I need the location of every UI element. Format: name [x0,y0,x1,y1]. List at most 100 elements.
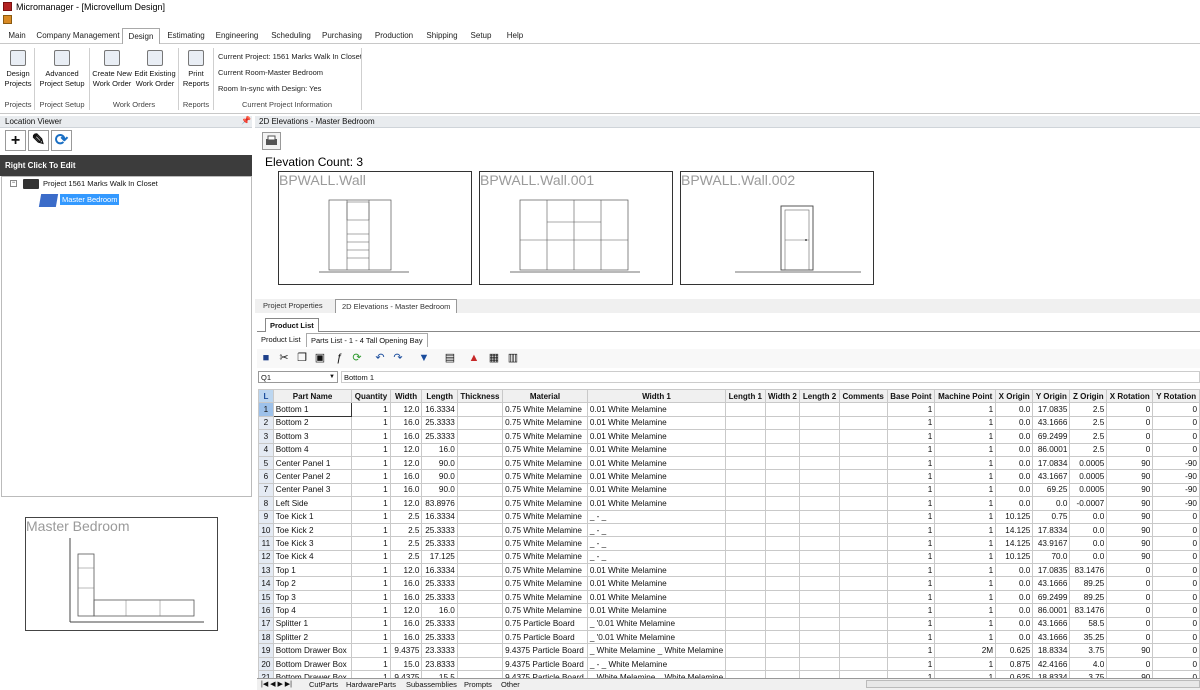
table-cell[interactable] [456,442,504,457]
table-cell[interactable] [456,402,504,417]
table-cell[interactable]: 0.01 White Melamine [586,469,727,484]
table-cell[interactable]: Center Panel 3 [272,482,353,498]
table-cell[interactable]: _ '0.01 White Melamine [586,616,727,632]
table-cell[interactable]: 1 [351,482,391,498]
table-cell[interactable] [725,402,766,417]
table-cell[interactable]: 12.0 [389,496,423,511]
table-cell[interactable] [838,536,888,551]
table-cell[interactable]: 0 [1106,603,1154,618]
table-cell[interactable]: 1 [886,402,936,417]
table-cell[interactable] [764,656,801,672]
table-cell[interactable]: 90 [1106,643,1154,658]
table-cell[interactable]: 1 [934,589,997,605]
table-cell[interactable]: 1 [934,549,997,565]
table-row[interactable]: 16 Top 4 1 12.0 16.0 0.75 White Melamine 0.01 … [258,603,1200,618]
table-cell[interactable]: 1 [351,576,391,591]
table-cell[interactable]: 90 [1106,549,1154,565]
table-cell[interactable]: 43.1666 [1032,616,1071,632]
sheet-tab-hardwareparts[interactable]: HardwareParts [346,679,396,690]
column-header[interactable]: Material [502,389,588,404]
row-number[interactable]: 12 [258,549,274,565]
table-cell[interactable]: 0.75 White Melamine [502,509,588,524]
table-cell[interactable] [799,482,840,498]
table-cell[interactable]: 0.0 [995,455,1034,471]
table-cell[interactable] [838,455,888,471]
column-header[interactable]: Machine Point [934,389,997,404]
table-row[interactable]: 11 Toe Kick 3 1 2.5 25.3333 0.75 White Melami… [258,536,1200,551]
table-cell[interactable] [456,643,504,658]
table-cell[interactable]: 12.0 [389,603,423,618]
elevation-thumbnail-3[interactable]: BPWALL.Wall.002 [680,171,874,285]
table-cell[interactable] [456,630,504,645]
table-cell[interactable] [725,429,766,444]
table-cell[interactable]: Bottom 1 [272,402,353,417]
column-header[interactable]: L [258,389,274,404]
table-cell[interactable]: 90.0 [421,469,458,484]
table-cell[interactable]: 0 [1106,402,1154,417]
table-cell[interactable] [456,656,504,672]
table-cell[interactable]: 2.5 [1069,429,1108,444]
table-cell[interactable]: Top 3 [272,589,353,605]
table-cell[interactable]: 16.3334 [421,509,458,524]
table-row[interactable]: 15 Top 3 1 16.0 25.3333 0.75 White Melamine 0.… [258,589,1200,605]
table-cell[interactable] [725,496,766,511]
table-row[interactable]: 1 Bottom 1 1 12.0 16.3334 0.75 White Melamine… [258,402,1200,417]
table-cell[interactable]: 0.01 White Melamine [586,429,727,444]
quick-access-icon[interactable] [3,15,12,24]
table-cell[interactable]: 0 [1106,576,1154,591]
row-number[interactable]: 8 [258,496,274,511]
table-cell[interactable] [838,656,888,672]
clipboard-list-icon[interactable]: ▤ [443,351,457,365]
cut-icon[interactable]: ✂ [277,351,291,365]
table-cell[interactable] [764,643,801,658]
table-cell[interactable] [838,630,888,645]
table-cell[interactable]: 1 [886,509,936,524]
table-cell[interactable] [456,522,504,538]
table-cell[interactable]: 0 [1152,589,1200,605]
table-cell[interactable]: 9.4375 Particle Board [502,643,588,658]
table-cell[interactable]: 1 [934,415,997,431]
table-cell[interactable] [456,589,504,605]
table-cell[interactable] [456,576,504,591]
row-number[interactable]: 2 [258,415,274,431]
table-cell[interactable]: 1 [351,563,391,578]
advanced-project-setup-button[interactable]: Advanced Project Setup [38,50,86,89]
table-cell[interactable]: 90 [1106,536,1154,551]
table-cell[interactable]: 16.0 [389,616,423,632]
table-cell[interactable]: 25.3333 [421,536,458,551]
table-cell[interactable]: 69.2499 [1032,429,1071,444]
table-cell[interactable]: Top 4 [272,603,353,618]
table-cell[interactable]: 0 [1152,429,1200,444]
table-cell[interactable]: Left Side [272,496,353,511]
table-cell[interactable]: 3.75 [1069,643,1108,658]
table-cell[interactable]: 83.8976 [421,496,458,511]
tree-item-room[interactable]: Master Bedroom [60,194,120,205]
table-cell[interactable] [838,429,888,444]
table-cell[interactable]: 89.25 [1069,576,1108,591]
table-cell[interactable]: 69.25 [1032,482,1071,498]
table-cell[interactable] [456,509,504,524]
table-cell[interactable]: 0.75 White Melamine [502,603,588,618]
print-reports-button[interactable]: Print Reports [180,50,212,89]
column-header[interactable]: Z Origin [1069,389,1108,404]
table-cell[interactable]: Top 1 [272,563,353,578]
table-cell[interactable] [456,603,504,618]
column-header[interactable]: Width [389,389,423,404]
table-cell[interactable]: 0.75 White Melamine [502,469,588,484]
table-cell[interactable]: 0.01 White Melamine [586,603,727,618]
table-cell[interactable]: -0.0007 [1069,496,1108,511]
column-header[interactable]: Length 2 [799,389,840,404]
filter-icon[interactable]: ▼ [417,351,431,365]
tab-main[interactable]: Main [4,28,30,44]
table-cell[interactable]: 1 [934,482,997,498]
table-cell[interactable]: 0 [1152,415,1200,431]
row-number[interactable]: 14 [258,576,274,591]
table-cell[interactable] [456,429,504,444]
table-cell[interactable]: 17.0834 [1032,455,1071,471]
table-cell[interactable]: 1 [886,429,936,444]
table-cell[interactable] [764,455,801,471]
row-number[interactable]: 3 [258,429,274,444]
table-cell[interactable] [725,442,766,457]
table-cell[interactable] [838,643,888,658]
table-row[interactable]: 12 Toe Kick 4 1 2.5 17.125 0.75 White Melamin… [258,549,1200,565]
